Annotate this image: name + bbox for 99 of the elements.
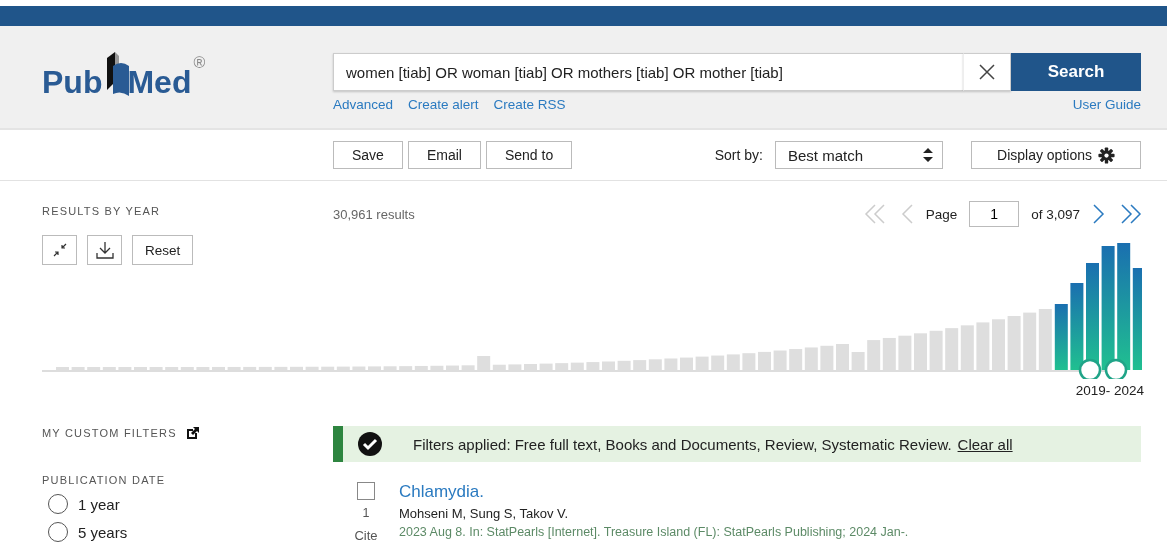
article-authors: Mohseni M, Sung S, Takov V. [399, 506, 570, 521]
settings-icon [1097, 146, 1115, 164]
histogram-bar [602, 361, 615, 370]
display-options-button[interactable]: Display options [971, 141, 1141, 169]
histogram-bar [976, 322, 990, 370]
histogram-bar [882, 337, 896, 370]
histogram-bar [305, 366, 319, 370]
histogram-bar [726, 354, 740, 370]
histogram-bar [461, 365, 475, 370]
sort-label: Sort by: [714, 147, 763, 163]
histogram-bar [149, 367, 163, 370]
article-title-link[interactable]: Chlamydia. [399, 482, 909, 502]
external-link-icon[interactable] [185, 426, 200, 440]
histogram-bar [1007, 316, 1021, 370]
logo-text: Pub [42, 66, 103, 98]
histogram-bar [680, 357, 693, 370]
histogram-bar [134, 367, 147, 370]
next-page-icon[interactable] [1092, 204, 1106, 224]
histogram-bar [290, 366, 303, 370]
search-button[interactable]: Search [1011, 53, 1141, 91]
reset-button[interactable]: Reset [132, 235, 194, 265]
histogram-bar [227, 366, 241, 370]
histogram-bar [617, 360, 631, 370]
histogram-bar [586, 362, 600, 370]
sort-arrows-icon [922, 147, 934, 163]
action-button[interactable]: Email [407, 141, 481, 169]
page-number-field[interactable]: 1 [969, 201, 1020, 227]
histogram-bar [914, 333, 927, 370]
cite-link[interactable]: Cite [354, 528, 378, 543]
histogram-bar [929, 330, 943, 370]
histogram-bar [711, 355, 725, 370]
range-handle[interactable] [1104, 358, 1128, 379]
user-guide-link[interactable]: User Guide [1072, 97, 1141, 112]
download-button[interactable] [87, 235, 122, 265]
article-citation: 2023 Aug 8. In: StatPearls [Internet]. Treasure Island (FL): StatPearls Publishing; 2024 Jan-. [399, 525, 909, 539]
range-handle[interactable] [1078, 358, 1102, 379]
registered-mark: ® [193, 54, 206, 72]
result-number: 1 [362, 506, 370, 520]
histogram-bar [898, 335, 912, 370]
histogram-bar [960, 325, 974, 370]
last-page-icon[interactable] [1118, 204, 1142, 224]
histogram-bar [851, 352, 865, 370]
collapse-icon [52, 243, 67, 257]
section-heading: RESULTS BY YEAR [42, 205, 161, 217]
date-filter-option[interactable]: 1 year [48, 494, 333, 514]
logo-text: Med [127, 66, 192, 98]
histogram-bar [758, 351, 771, 370]
histogram-bar [945, 328, 959, 370]
histogram-bar [773, 350, 787, 370]
download-icon [95, 241, 114, 259]
histogram-bar [1023, 312, 1037, 370]
histogram-bar [867, 340, 881, 370]
histogram-bar [56, 367, 69, 370]
section-heading: PUBLICATION DATE [42, 474, 167, 486]
histogram-bar [368, 366, 381, 370]
histogram-bar [1038, 309, 1052, 370]
clear-all-link[interactable]: Clear all [957, 435, 1013, 453]
section-heading: MY CUSTOM FILTERS [42, 427, 177, 439]
filters-applied-text: Filters applied: Free full text, Books and Documents, Review, Systematic Review. [413, 435, 952, 453]
histogram-bar [695, 356, 709, 370]
histogram-bar [1054, 304, 1068, 370]
histogram-bar [446, 365, 459, 370]
histogram-bar [430, 365, 444, 370]
histogram-bar [836, 344, 849, 370]
header-link[interactable]: Advanced [333, 97, 394, 112]
histogram-bar [118, 367, 132, 370]
action-button[interactable]: Send to [485, 141, 573, 169]
histogram-bar [820, 345, 834, 370]
histogram-bar [352, 366, 366, 370]
close-icon [978, 63, 996, 81]
histogram-bar [212, 366, 225, 370]
histogram-bar [196, 367, 210, 370]
histogram-bar [992, 319, 1005, 370]
histogram-bar [524, 364, 537, 370]
histogram-bar [383, 366, 397, 370]
histogram-bar [633, 360, 647, 370]
histogram-bar [664, 358, 678, 370]
header-link[interactable]: Create alert [408, 97, 479, 112]
action-button[interactable]: Save [333, 141, 403, 169]
checkbox[interactable] [357, 482, 375, 500]
page-total: of 3,097 [1031, 206, 1080, 222]
results-count: 30,961 results [333, 206, 415, 222]
page-label: Page [925, 206, 958, 222]
histogram-bar [508, 364, 522, 370]
date-filter-option[interactable]: 5 years [48, 522, 333, 542]
check-circle-icon [357, 431, 383, 457]
collapse-button[interactable] [42, 235, 77, 265]
histogram-bar [648, 359, 662, 370]
histogram-bar [804, 347, 818, 370]
histogram-bar [539, 363, 553, 370]
histogram-bar [742, 353, 756, 370]
sort-dropdown[interactable]: Best match [775, 141, 943, 169]
year-range-label: 2019- 2024 [1075, 383, 1144, 398]
histogram-bar [789, 349, 803, 370]
histogram-bar [274, 366, 288, 370]
histogram-bar [71, 367, 85, 370]
search-field[interactable]: women [tiab] OR woman [tiab] OR mothers [tiab] OR mother [tiab] [333, 53, 963, 91]
clear-button[interactable] [963, 53, 1011, 91]
header-link[interactable]: Create RSS [493, 97, 566, 112]
